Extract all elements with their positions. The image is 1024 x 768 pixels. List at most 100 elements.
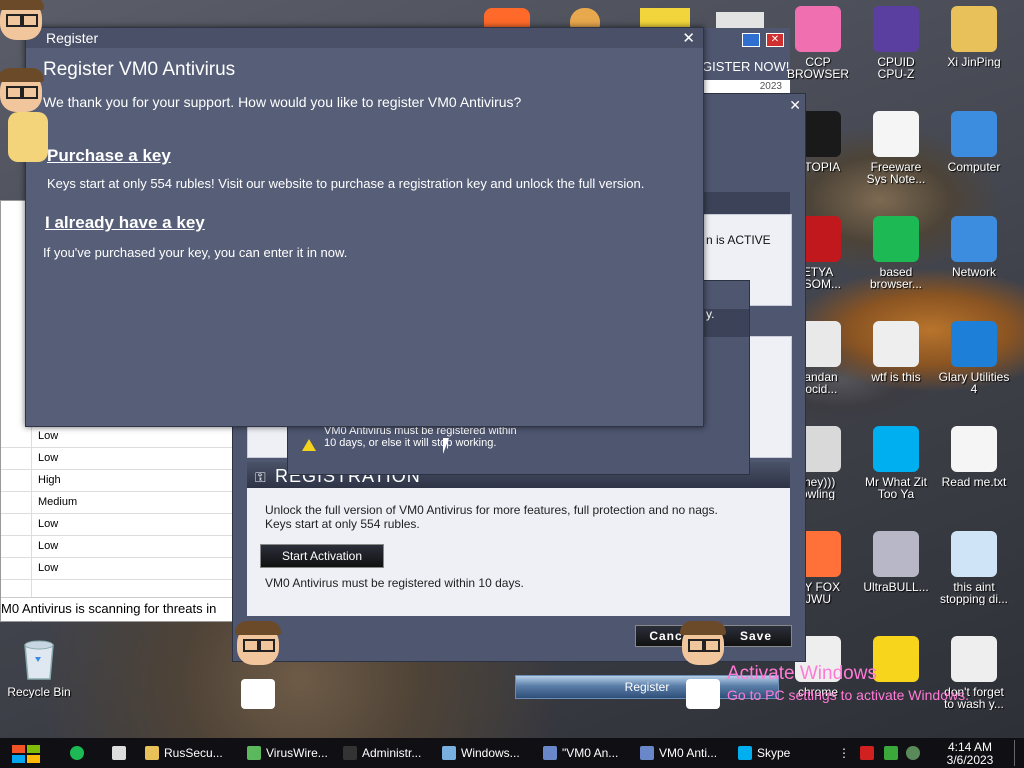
cartoon-sticker-bottom	[235, 621, 281, 709]
desktop-shortcut[interactable]: CCP BROWSER	[780, 6, 856, 80]
taskbar-pinned-calculator[interactable]	[112, 738, 131, 768]
purchase-key-description: Keys start at only 554 rubles! Visit our…	[47, 176, 645, 191]
taskbar-clock[interactable]: 4:14 AM 3/6/2023	[935, 741, 1005, 767]
computer-icon	[951, 111, 997, 157]
taskbar-item-label: Windows...	[461, 746, 520, 760]
key-icon: ⚿	[255, 469, 267, 485]
cartoon-sticker-top-left	[0, 0, 44, 40]
tray-flag-icon[interactable]	[860, 738, 879, 768]
watermark-title: Activate Windows	[727, 663, 877, 684]
spotify-icon	[873, 216, 919, 262]
desktop-shortcut-label: Computer	[947, 161, 1001, 173]
taskbar-item-label: VirusWire...	[266, 746, 328, 760]
warning-message: VM0 Antivirus must be registered within …	[324, 425, 517, 449]
pinwheel-icon	[795, 6, 841, 52]
desktop-shortcut-label: Read me.txt	[941, 476, 1007, 488]
show-desktop-button[interactable]	[1014, 740, 1023, 766]
register-heading: Register VM0 Antivirus	[43, 59, 236, 80]
desktop-shortcut[interactable]: Glary Utilities 4	[936, 321, 1012, 395]
document-icon	[873, 111, 919, 157]
registration-text-line-2: Keys start at only 554 rubles.	[265, 517, 420, 531]
vm0-close-icon[interactable]: ✕	[789, 97, 801, 114]
shield-icon	[543, 746, 557, 760]
desktop-shortcut[interactable]: based browser...	[858, 216, 934, 290]
activate-windows-watermark: Activate Windows Go to PC settings to ac…	[727, 663, 969, 703]
text-file-icon	[951, 426, 997, 472]
taskbar-item[interactable]: Administr...	[343, 738, 421, 768]
taskbar-item[interactable]: Windows...	[442, 738, 520, 768]
desktop-shortcut[interactable]: Network	[936, 216, 1012, 278]
skype-icon	[738, 746, 752, 760]
list-item[interactable]: Low	[1, 426, 233, 448]
desktop-shortcut[interactable]: UltraBULL...	[858, 531, 934, 593]
list-item[interactable]: Low	[1, 448, 233, 470]
list-item[interactable]: Low	[1, 514, 233, 536]
tray-volume-icon[interactable]	[906, 738, 925, 768]
taskbar-item[interactable]: VM0 Anti...	[640, 738, 717, 768]
desktop-shortcut-label: Network	[951, 266, 996, 278]
desktop-shortcut[interactable]: CPUID CPU-Z	[858, 6, 934, 80]
partial-date-strip: 2023	[702, 80, 790, 94]
register-intro: We thank you for your support. How would…	[43, 94, 522, 110]
list-item[interactable]: Low	[1, 558, 233, 580]
register-dialog-close-icon[interactable]: ✕	[682, 29, 695, 47]
desktop-shortcut-label: UltraBULL...	[863, 581, 929, 593]
taskbar-item-label: Administr...	[362, 746, 422, 760]
register-now-banner[interactable]: ✕ GISTER NOW!	[702, 28, 790, 80]
folder-icon	[145, 746, 159, 760]
viruswire-icon	[247, 746, 261, 760]
purchase-key-link[interactable]: Purchase a key	[47, 146, 171, 166]
start-activation-button[interactable]: Start Activation	[260, 544, 384, 568]
desktop-shortcut[interactable]: this aint stopping di...	[936, 531, 1012, 605]
taskbar-pinned-spotify[interactable]	[70, 738, 89, 768]
setup-icon	[951, 531, 997, 577]
disc-icon	[873, 531, 919, 577]
minimize-icon[interactable]	[742, 33, 760, 47]
desktop-shortcut-label: Glary Utilities 4	[938, 371, 1010, 395]
scan-status-text: M0 Antivirus is scanning for threats in	[1, 597, 233, 620]
protection-status-text: n is ACTIVE	[706, 233, 771, 247]
taskbar-item[interactable]: VirusWire...	[247, 738, 328, 768]
desktop-shortcut[interactable]: wtf is this	[858, 321, 934, 383]
recycle-bin[interactable]: Recycle Bin	[1, 636, 77, 698]
spotify-icon	[70, 746, 84, 760]
clock-date: 3/6/2023	[946, 753, 994, 767]
desktop-shortcut-label: wtf is this	[871, 371, 921, 383]
desktop-shortcut-label: this aint stopping di...	[939, 581, 1009, 605]
popup-side-text: y.	[706, 307, 715, 321]
recycle-bin-icon	[16, 636, 62, 682]
registration-panel: Unlock the full version of VM0 Antivirus…	[247, 488, 790, 616]
cmd-icon	[343, 746, 357, 760]
desktop-shortcut[interactable]: Freeware Sys Note...	[858, 111, 934, 185]
calculator-icon	[112, 746, 126, 760]
cartoon-sticker-left	[0, 68, 48, 162]
watermark-subtitle: Go to PC settings to activate Windows.	[727, 687, 969, 703]
save-button[interactable]: Save	[720, 625, 792, 647]
have-key-link[interactable]: I already have a key	[45, 213, 205, 233]
desktop-shortcut[interactable]: Read me.txt	[936, 426, 1012, 488]
desktop-shortcut[interactable]: Computer	[936, 111, 1012, 173]
register-dialog: Register ✕ Register VM0 Antivirus We tha…	[25, 27, 704, 427]
tray-network-icon[interactable]	[884, 738, 903, 768]
list-item[interactable]: Medium	[1, 492, 233, 514]
network-icon	[951, 216, 997, 262]
list-item[interactable]: High	[1, 470, 233, 492]
desktop-shortcut[interactable]: Xi JinPing	[936, 6, 1012, 68]
window-icon	[873, 321, 919, 367]
threat-level-list: Low Low High Medium Low Low Low	[1, 426, 233, 580]
list-item[interactable]: Low	[1, 536, 233, 558]
registration-note: VM0 Antivirus must be registered within …	[265, 576, 524, 590]
desktop-shortcut[interactable]: Mr What Zit Too Ya	[858, 426, 934, 500]
taskbar-item[interactable]: RusSecu...	[145, 738, 223, 768]
taskbar-overflow-icon[interactable]: ⋮	[838, 738, 850, 768]
folder-user-icon	[951, 6, 997, 52]
register-dialog-title: Register	[26, 28, 703, 48]
register-now-label: GISTER NOW!	[702, 59, 790, 74]
start-button[interactable]	[10, 738, 42, 768]
taskbar-item[interactable]: Skype	[738, 738, 790, 768]
taskbar-item-label: VM0 Anti...	[659, 746, 718, 760]
taskbar-item[interactable]: "VM0 An...	[543, 738, 618, 768]
warning-icon	[302, 439, 316, 451]
desktop-shortcut-label: Xi JinPing	[947, 56, 1001, 68]
desktop-shortcut-label: CPUID CPU-Z	[877, 56, 915, 80]
